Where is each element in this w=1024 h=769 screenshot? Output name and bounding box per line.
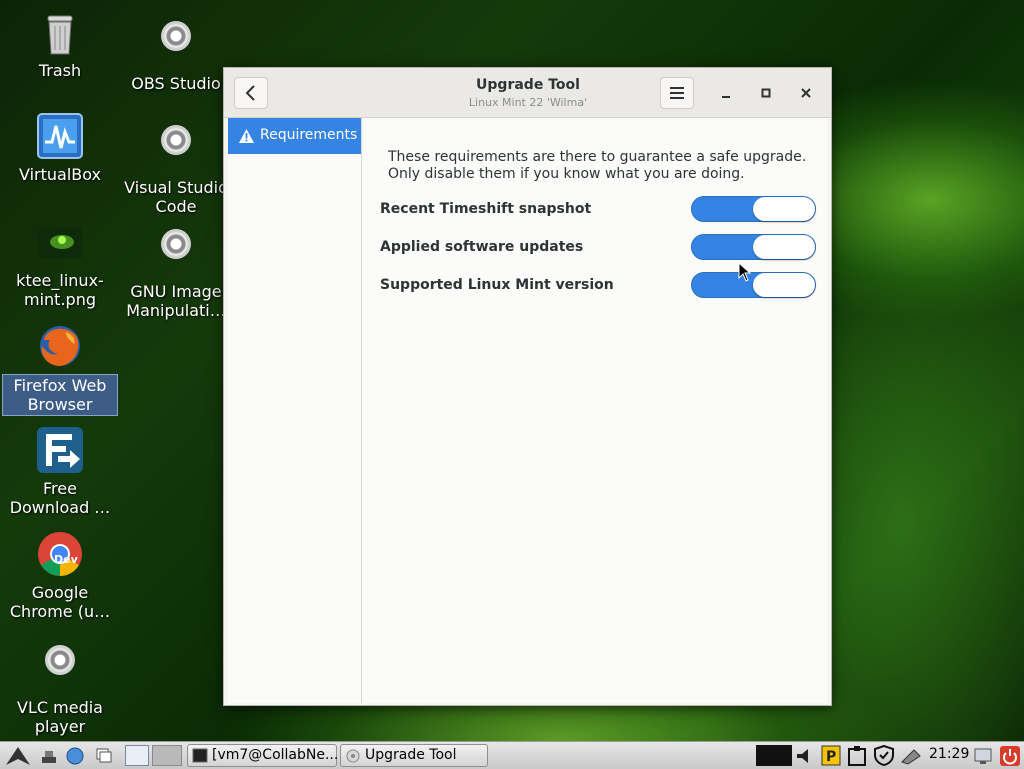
window-title: Upgrade Tool [476,77,580,93]
svg-text:P: P [826,749,836,765]
minimize-icon [722,96,730,98]
desktop-icon-label: ktee_linux-mint.png [16,271,104,309]
trash-icon [36,8,84,56]
toggle-knob [753,273,815,297]
browser-launcher-icon[interactable] [65,746,85,766]
toggle-knob [753,197,815,221]
download-manager-icon [36,426,84,474]
shield-icon[interactable] [873,745,895,766]
sidebar-item-label: Requirements [260,127,358,143]
desktop-icon-vscode[interactable]: Visual Studio Code [118,116,234,217]
show-desktop-icon[interactable] [40,747,58,765]
tray-indicator [756,745,792,766]
taskbar-window-terminal[interactable]: [vm7@CollabNe... [187,744,339,767]
desktop-icon-label: GNU Image Manipulati… [126,282,226,320]
workspace-2-button[interactable] [152,745,182,766]
upgrade-tool-window: Upgrade Tool Linux Mint 22 'Wilma' Requi… [223,67,832,706]
gear-icon [152,21,200,69]
taskbar: [vm7@CollabNe... Upgrade Tool P 21:29 [0,741,1024,769]
clock[interactable]: 21:29 [929,746,969,762]
supported-version-toggle[interactable] [691,272,816,298]
image-thumbnail-icon [36,218,84,266]
upgrade-tool-icon [346,749,360,763]
maximize-button[interactable] [755,82,777,104]
back-button[interactable] [234,77,268,109]
user-switch-icon[interactable] [973,746,993,766]
volume-icon[interactable] [795,747,817,765]
sidebar-item-requirements[interactable]: Requirements [228,118,361,154]
desktop-icon-label: Firefox Web Browser [2,374,118,416]
requirement-label: Recent Timeshift snapshot [380,201,592,217]
close-button[interactable] [795,82,817,104]
timeshift-snapshot-toggle[interactable] [691,196,816,222]
desktop-icon-label: Free Download … [9,479,111,517]
taskbar-window-label: [vm7@CollabNe... [212,747,339,763]
file-manager-launcher-icon[interactable] [94,746,114,766]
maximize-icon [761,88,771,98]
firefox-icon [36,322,84,370]
terminal-icon [192,748,208,763]
desktop-icon-image-file[interactable]: ktee_linux-mint.png [2,218,118,310]
desktop-icon-virtualbox[interactable]: VirtualBox [2,112,118,185]
desktop-icon-label: VirtualBox [18,165,102,184]
virtualbox-icon [36,112,84,160]
menu-launcher-icon[interactable] [4,745,32,767]
sidebar: Requirements [228,118,362,703]
clipboard-icon[interactable] [846,745,868,766]
requirements-panel: These requirements are there to guarante… [362,118,827,703]
desktop-icon-label: VLC media player [17,698,103,736]
toggle-knob [753,235,815,259]
workspace-1-button[interactable] [125,745,149,766]
desktop-icon-label: Trash [38,61,82,80]
taskbar-window-upgrade-tool[interactable]: Upgrade Tool [340,744,488,767]
mouse-cursor-icon [738,262,752,282]
desktop-icon-obs-studio[interactable]: OBS Studio [118,12,234,94]
desktop-icon-label: OBS Studio [131,74,221,93]
desktop-icon-google-chrome[interactable]: Dev Google Chrome (u… [2,530,118,622]
requirement-row: Applied software updates [380,234,820,262]
chevron-left-icon [245,85,255,101]
p-indicator-icon[interactable]: P [821,745,841,766]
desktop-icon-free-download-manager[interactable]: Free Download … [2,426,118,518]
hamburger-icon [670,87,684,99]
taskbar-window-label: Upgrade Tool [365,747,457,763]
requirement-row: Supported Linux Mint version [380,272,820,300]
desktop-icon-gimp[interactable]: GNU Image Manipulati… [118,220,234,321]
network-icon[interactable] [900,746,922,766]
gear-icon [152,229,200,277]
requirement-row: Recent Timeshift snapshot [380,196,820,224]
desktop-icon-trash[interactable]: Trash [2,8,118,81]
menu-button[interactable] [660,77,694,109]
minimize-button[interactable] [715,82,737,104]
chrome-icon: Dev [36,530,84,578]
window-subtitle: Linux Mint 22 'Wilma' [468,96,588,109]
gear-icon [36,645,84,693]
desktop-icon-firefox[interactable]: Firefox Web Browser [2,322,118,416]
desktop-icon-vlc[interactable]: VLC media player [2,636,118,737]
software-updates-toggle[interactable] [691,234,816,260]
requirement-label: Supported Linux Mint version [380,277,614,293]
desktop-icon-label: Visual Studio Code [124,178,228,216]
requirement-label: Applied software updates [380,239,584,255]
requirements-description: These requirements are there to guarante… [388,149,807,182]
warning-icon [239,129,254,143]
titlebar: Upgrade Tool Linux Mint 22 'Wilma' [224,68,831,118]
gear-icon [152,125,200,173]
chrome-dev-badge: Dev [54,553,78,566]
desktop-icon-label: Google Chrome (u… [9,583,111,621]
power-icon[interactable] [1000,746,1020,766]
close-icon [801,88,811,98]
